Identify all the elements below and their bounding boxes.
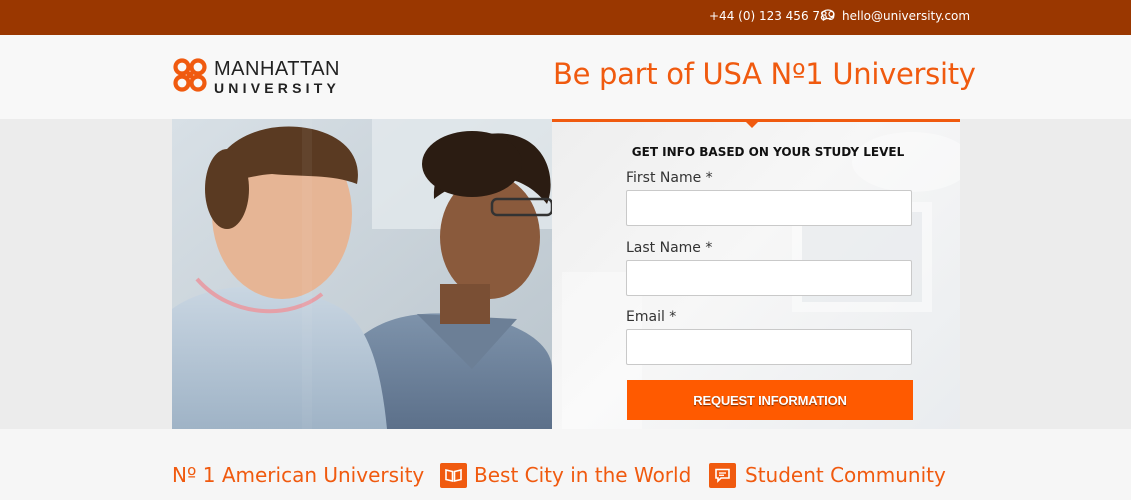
features-bar: Nº 1 American University Best City in th… (0, 429, 1131, 500)
feature-item-community: Student Community (745, 463, 946, 487)
top-bar: +44 (0) 123 456 789 hello@university.com (0, 0, 1131, 35)
last-name-label: Last Name * (626, 240, 713, 256)
feature-item-city: Best City in the World (474, 463, 692, 487)
logo-line1: MANHATTAN (214, 58, 340, 80)
book-icon (440, 463, 467, 488)
students-photo-illustration (172, 119, 552, 429)
chat-icon (709, 463, 736, 488)
email-link[interactable]: hello@university.com (842, 9, 970, 23)
tagline: Be part of USA Nº1 University (553, 57, 976, 91)
info-form-panel: GET INFO BASED ON YOUR STUDY LEVEL First… (552, 119, 960, 429)
email-label: Email * (626, 309, 677, 325)
last-name-input[interactable] (626, 260, 912, 296)
form-title: GET INFO BASED ON YOUR STUDY LEVEL (631, 145, 905, 159)
first-name-label: First Name * (626, 170, 713, 186)
first-name-input[interactable] (626, 190, 912, 226)
chat-bubble-icon (821, 9, 835, 21)
students-photo (172, 119, 552, 429)
header: MANHATTAN UNIVERSITY Be part of USA Nº1 … (0, 35, 1131, 119)
hero-section: GET INFO BASED ON YOUR STUDY LEVEL First… (0, 119, 1131, 429)
logo-mark-icon (173, 58, 207, 92)
logo[interactable]: MANHATTAN UNIVERSITY (172, 57, 352, 101)
request-information-button[interactable]: REQUEST INFORMATION (627, 380, 913, 420)
form-notch (745, 122, 759, 128)
logo-line2: UNIVERSITY (214, 80, 341, 96)
feature-item-ranking: Nº 1 American University (172, 463, 425, 487)
phone-number[interactable]: +44 (0) 123 456 789 (709, 9, 835, 23)
email-input[interactable] (626, 329, 912, 365)
